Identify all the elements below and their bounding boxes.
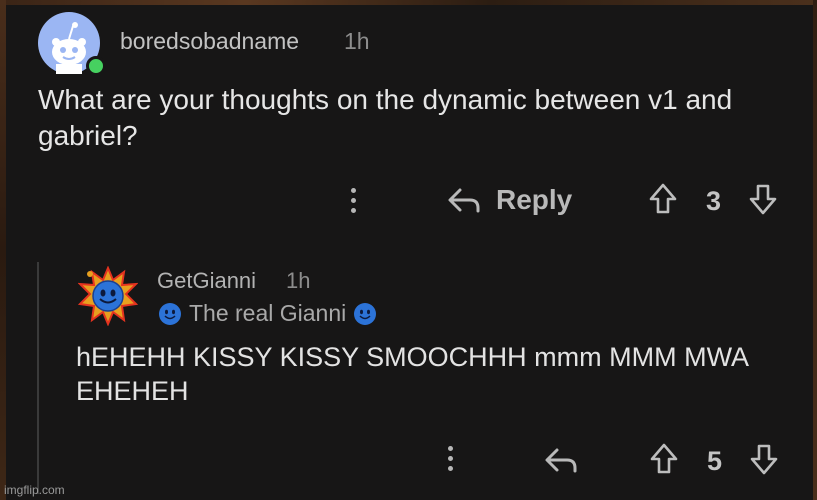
- more-options-icon[interactable]: [440, 440, 460, 476]
- reply-button[interactable]: Reply: [446, 184, 572, 216]
- reply-timestamp: 1h: [286, 268, 311, 293]
- vote-score: 3: [706, 186, 722, 216]
- reply-actions: 5: [0, 440, 817, 480]
- downvote-icon[interactable]: [749, 442, 779, 476]
- upvote-icon[interactable]: [648, 182, 678, 216]
- background-border-right: [813, 0, 817, 500]
- online-status-icon: [86, 56, 106, 76]
- comment-timestamp: 1h: [344, 28, 370, 54]
- flair-text: The real Gianni: [189, 300, 347, 326]
- reply-username[interactable]: GetGianni: [157, 268, 256, 294]
- vote-score: 5: [707, 446, 723, 476]
- background-border-top: [0, 0, 817, 5]
- more-options-icon[interactable]: [343, 182, 363, 218]
- imgflip-watermark: imgflip.com: [4, 483, 65, 497]
- reply-body: hEHEHH KISSY KISSY SMOOCHHH mmm MMM MWA …: [76, 342, 748, 406]
- reply-arrow-icon[interactable]: [543, 446, 579, 474]
- user-flair: The real Gianni: [157, 300, 378, 327]
- reply-arrow-icon: [448, 188, 480, 213]
- comment-actions: Reply 3: [0, 180, 817, 220]
- upvote-icon[interactable]: [649, 442, 679, 476]
- blue-smiley-icon: [354, 302, 377, 325]
- sun-avatar-icon[interactable]: [77, 265, 139, 327]
- downvote-icon[interactable]: [748, 182, 778, 216]
- comment-body: What are your thoughts on the dynamic be…: [38, 84, 733, 151]
- blue-smiley-icon: [159, 302, 181, 325]
- reply-label: Reply: [496, 184, 573, 215]
- background-border-left: [0, 0, 6, 500]
- comment-username[interactable]: boredsobadname: [120, 28, 299, 55]
